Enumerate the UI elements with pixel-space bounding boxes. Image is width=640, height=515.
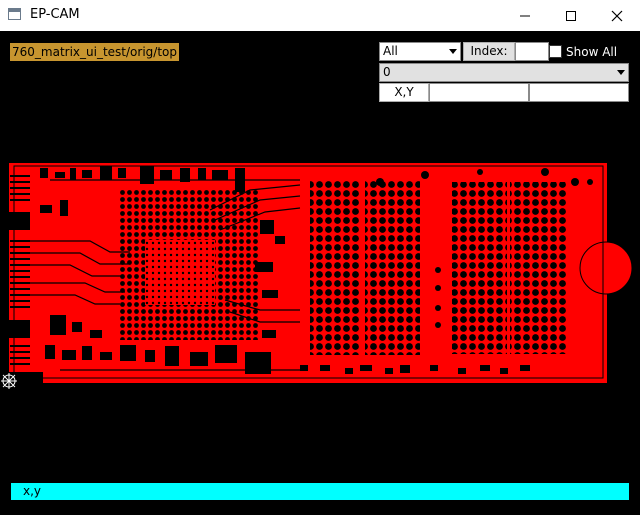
minimize-icon <box>520 15 530 16</box>
app-icon <box>8 8 21 20</box>
bga-mem-3 <box>452 182 507 354</box>
job-path-label: 760_matrix_ui_test/orig/top <box>10 43 179 61</box>
minimize-button[interactable] <box>502 0 548 31</box>
close-button[interactable] <box>594 0 640 31</box>
chevron-down-icon <box>617 70 625 75</box>
y-coordinate-input[interactable] <box>529 83 629 102</box>
cam-canvas[interactable] <box>0 31 640 511</box>
origin-marker-icon <box>1 373 17 389</box>
title-bar: EP-CAM <box>0 0 640 31</box>
maximize-button[interactable] <box>548 0 594 31</box>
close-icon <box>611 10 623 21</box>
filter-select[interactable]: All <box>379 42 461 61</box>
pcb-board-view <box>9 163 633 383</box>
x-coordinate-input[interactable] <box>429 83 529 102</box>
xy-button[interactable]: X,Y <box>379 83 429 102</box>
show-all-label: Show All <box>566 45 618 59</box>
window-title: EP-CAM <box>30 7 80 22</box>
mounting-pad <box>579 241 633 295</box>
index-input[interactable] <box>515 42 549 61</box>
layer-select-value: 0 <box>383 65 391 79</box>
bga-mem-2 <box>365 180 420 355</box>
status-bar: x,y <box>11 483 629 500</box>
bga-mem-1 <box>310 180 360 355</box>
maximize-icon <box>566 10 576 21</box>
layer-select[interactable]: 0 <box>379 63 629 82</box>
bga-mem-4 <box>510 182 568 354</box>
filter-select-value: All <box>383 44 398 58</box>
chevron-down-icon <box>449 49 457 54</box>
cursor-coordinates: x,y <box>23 484 42 498</box>
index-button[interactable]: Index: <box>463 42 515 61</box>
show-all-checkbox[interactable] <box>549 45 562 58</box>
